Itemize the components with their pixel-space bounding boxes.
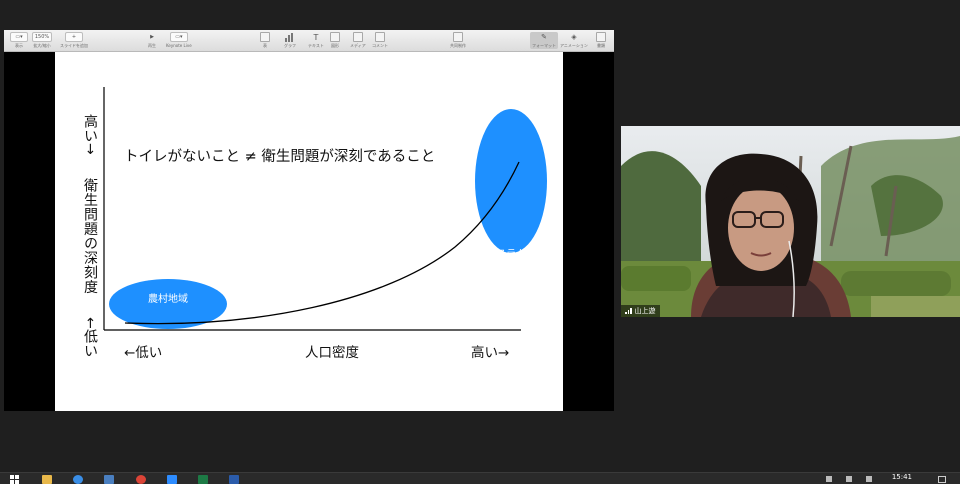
- store-icon[interactable]: [104, 475, 114, 484]
- video-frame: [621, 126, 960, 317]
- add-slide-label: スライドを追加: [60, 43, 88, 48]
- add-slide-button[interactable]: + スライドを追加: [60, 32, 88, 49]
- play-icon: ▶: [150, 34, 154, 40]
- keynote-toolbar: ▭▾ 表示 150% 拡大/縮小 + スライドを追加 ▶ 再生 ▭▾ Keyno…: [4, 30, 614, 52]
- shape-button[interactable]: 図形: [330, 32, 340, 49]
- document-button[interactable]: 書類: [596, 32, 606, 49]
- table-button[interactable]: 表: [260, 32, 270, 49]
- zoom-button[interactable]: 150% 拡大/縮小: [32, 32, 52, 49]
- y-axis-low: ←低い: [82, 316, 98, 358]
- notifications-icon[interactable]: [938, 476, 946, 483]
- chart-icon: [285, 32, 295, 42]
- shared-screen: ▭▾ 表示 150% 拡大/縮小 + スライドを追加 ▶ 再生 ▭▾ Keyno…: [4, 30, 614, 411]
- view-label: 表示: [15, 43, 23, 48]
- participant-name-tag: 山上遊: [621, 305, 660, 317]
- edge-icon[interactable]: [73, 475, 83, 484]
- participant-name: 山上遊: [634, 307, 656, 315]
- x-axis-label: 人口密度: [305, 345, 359, 361]
- view-icon: ▭▾: [10, 32, 28, 42]
- document-label: 書類: [597, 43, 605, 48]
- document-icon: [596, 32, 606, 42]
- play-button[interactable]: ▶ 再生: [146, 32, 158, 49]
- slide: 高い→ 衛生問題の深刻度 ←低い トイレがないこと ≠ 衛生問題が深刻であること…: [55, 52, 563, 411]
- participant-video[interactable]: 山上遊: [621, 126, 960, 317]
- collaborate-label: 共同制作: [450, 43, 466, 48]
- plus-icon: +: [65, 32, 83, 42]
- desktop: ▭▾ 表示 150% 拡大/縮小 + スライドを追加 ▶ 再生 ▭▾ Keyno…: [0, 0, 960, 484]
- y-axis-title: 高い→ 衛生問題の深刻度 ←低い: [80, 114, 100, 358]
- keynote-live-button[interactable]: ▭▾ Keynote Live: [166, 32, 192, 48]
- taskbar-clock[interactable]: 15:41: [892, 473, 912, 481]
- signal-icon: [625, 308, 632, 314]
- slum-label-line2: 地域: [501, 264, 521, 275]
- animate-button[interactable]: ◈ アニメーション: [560, 32, 588, 49]
- text-label: テキスト: [308, 43, 324, 48]
- comment-icon: [375, 32, 385, 42]
- table-label: 表: [263, 43, 267, 48]
- slide-title: トイレがないこと ≠ 衛生問題が深刻であること: [124, 149, 436, 165]
- chart-label: グラフ: [284, 43, 296, 48]
- volume-icon[interactable]: [846, 476, 852, 482]
- collaborate-button[interactable]: 共同制作: [450, 32, 466, 49]
- excel-icon[interactable]: [198, 475, 208, 484]
- text-icon: T: [313, 32, 319, 42]
- play-label: 再生: [148, 43, 156, 48]
- table-icon: [260, 32, 270, 42]
- battery-icon[interactable]: [866, 476, 872, 482]
- media-button[interactable]: メディア: [350, 32, 366, 49]
- animate-label: アニメーション: [560, 43, 588, 48]
- y-axis-label: 衛生問題の深刻度: [82, 178, 98, 294]
- windows-start-icon[interactable]: [10, 475, 20, 484]
- shape-icon: [330, 32, 340, 42]
- rural-label: 農村地域: [148, 294, 188, 305]
- file-explorer-icon[interactable]: [42, 475, 52, 484]
- slum-ellipse: [475, 109, 547, 253]
- x-axis-low: ←低い: [124, 345, 163, 361]
- taskbar: 15:41: [0, 472, 960, 484]
- format-label: フォーマット: [532, 43, 556, 48]
- word-icon[interactable]: [229, 475, 239, 484]
- x-axis-high: 高い→: [471, 345, 510, 361]
- chart-button[interactable]: グラフ: [284, 32, 296, 49]
- comment-label: コメント: [372, 43, 388, 48]
- comment-button[interactable]: コメント: [372, 32, 388, 49]
- paintbrush-icon: ✎: [541, 33, 547, 41]
- keynote-live-icon: ▭▾: [169, 32, 188, 42]
- media-label: メディア: [350, 43, 366, 48]
- zoom-app-icon[interactable]: [167, 475, 177, 484]
- text-button[interactable]: T テキスト: [308, 32, 324, 49]
- y-axis-high: 高い→: [82, 114, 98, 156]
- zoom-value: 150%: [32, 32, 52, 42]
- format-button[interactable]: ✎ フォーマット: [530, 32, 558, 49]
- keynote-live-label: Keynote Live: [166, 43, 192, 48]
- animate-icon: ◈: [571, 33, 577, 41]
- collaborate-icon: [453, 32, 463, 42]
- view-button[interactable]: ▭▾ 表示: [10, 32, 28, 49]
- slum-label: スラム 地域: [483, 247, 539, 277]
- shape-label: 図形: [331, 43, 339, 48]
- slum-label-line1: スラム: [496, 249, 526, 260]
- chrome-icon[interactable]: [136, 475, 146, 484]
- media-icon: [352, 32, 363, 42]
- network-icon[interactable]: [826, 476, 832, 482]
- zoom-label: 拡大/縮小: [33, 43, 51, 48]
